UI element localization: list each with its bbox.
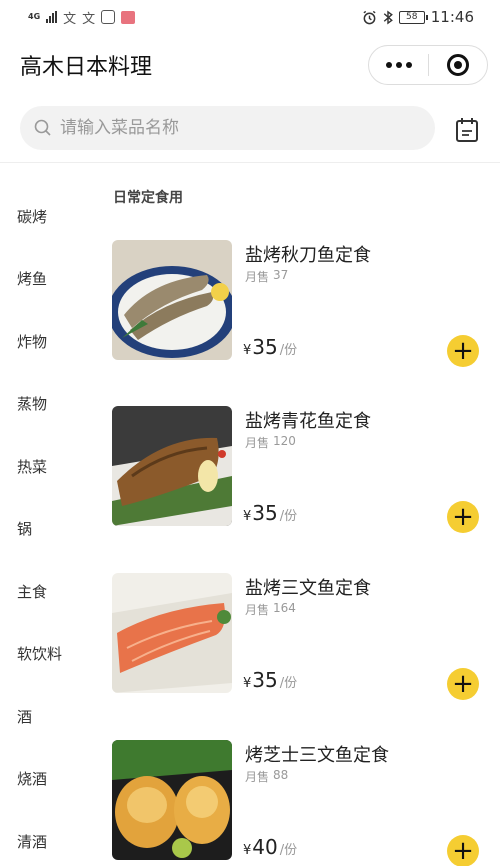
dish-image[interactable]	[112, 240, 232, 360]
header: 高木日本料理	[0, 34, 500, 96]
more-button[interactable]	[369, 62, 428, 68]
search-bar[interactable]	[20, 106, 435, 150]
dish-card[interactable]: 盐烤三文鱼定食 月售 164 ¥35/份 +	[112, 573, 492, 700]
category-item[interactable]: 碳烤	[0, 185, 100, 248]
price-unit: /份	[279, 676, 298, 691]
dish-image[interactable]	[112, 573, 232, 693]
currency: ¥	[243, 843, 252, 858]
price-unit: /份	[279, 843, 298, 858]
category-sidebar: 碳烤 烤鱼 炸物 蒸物 热菜 锅 主食 软饮料 酒 烧酒 清酒	[0, 185, 100, 866]
category-item[interactable]: 软饮料	[0, 623, 100, 686]
price-value: 35	[252, 501, 278, 525]
sales-label: 月售	[245, 603, 270, 617]
currency: ¥	[243, 676, 252, 691]
add-to-cart-button[interactable]: +	[447, 335, 479, 367]
dish-name: 烤芝士三文鱼定食	[245, 745, 389, 766]
status-left: 4G 文 文	[28, 8, 136, 27]
search-input[interactable]	[60, 118, 400, 138]
dish-price: ¥40/份	[243, 835, 297, 859]
dish-name: 盐烤秋刀鱼定食	[245, 245, 371, 266]
dish-sales: 月售 37	[245, 268, 288, 285]
sales-count: 88	[273, 768, 289, 782]
dish-card[interactable]: 盐烤秋刀鱼定食 月售 37 ¥35/份 +	[112, 240, 492, 367]
alarm-icon	[363, 10, 376, 24]
status-bar: 4G 文 文 58 11:46	[0, 0, 500, 34]
dish-sales: 月售 120	[245, 434, 296, 451]
category-item[interactable]: 主食	[0, 560, 100, 623]
category-item[interactable]: 清酒	[0, 810, 100, 866]
add-to-cart-button[interactable]: +	[447, 835, 479, 866]
dish-price: ¥35/份	[243, 501, 297, 525]
category-item[interactable]: 蒸物	[0, 373, 100, 436]
notification-icon: 文	[63, 11, 77, 27]
close-button[interactable]	[429, 54, 487, 76]
bluetooth-icon	[383, 9, 393, 25]
calendar-icon	[456, 118, 478, 142]
price-value: 35	[252, 668, 278, 692]
clock: 11:46	[430, 8, 474, 26]
sales-label: 月售	[245, 270, 270, 284]
search-icon	[34, 119, 51, 136]
dish-name: 盐烤三文鱼定食	[245, 578, 371, 599]
battery-icon: 58	[398, 10, 428, 24]
network-label: 4G	[28, 12, 41, 21]
status-right: 58 11:46	[362, 8, 474, 26]
dish-price: ¥35/份	[243, 668, 297, 692]
dish-sales: 月售 164	[245, 601, 296, 618]
gift-icon	[121, 10, 136, 24]
sales-label: 月售	[245, 436, 270, 450]
category-item[interactable]: 热菜	[0, 435, 100, 498]
calendar-button[interactable]	[455, 117, 479, 147]
add-to-cart-button[interactable]: +	[447, 668, 479, 700]
dish-card[interactable]: 盐烤青花鱼定食 月售 120 ¥35/份 +	[112, 406, 492, 533]
notification-icon: 文	[82, 11, 96, 27]
price-unit: /份	[279, 509, 298, 524]
category-item[interactable]: 锅	[0, 498, 100, 561]
app-notification-icon	[101, 10, 116, 24]
price-value: 40	[252, 835, 278, 859]
dish-image[interactable]	[112, 740, 232, 860]
category-item[interactable]: 烤鱼	[0, 248, 100, 311]
price-value: 35	[252, 335, 278, 359]
section-title: 日常定食用	[113, 190, 183, 206]
plus-icon: +	[452, 336, 474, 366]
dish-image[interactable]	[112, 406, 232, 526]
category-item[interactable]: 酒	[0, 685, 100, 748]
sales-count: 164	[273, 601, 296, 615]
dish-name: 盐烤青花鱼定食	[245, 411, 371, 432]
currency: ¥	[243, 343, 252, 358]
sales-label: 月售	[245, 770, 270, 784]
price-unit: /份	[279, 343, 298, 358]
dish-sales: 月售 88	[245, 768, 288, 785]
plus-icon: +	[452, 669, 474, 699]
add-to-cart-button[interactable]: +	[447, 501, 479, 533]
mini-program-capsule	[368, 45, 488, 85]
dish-card[interactable]: 烤芝士三文鱼定食 月售 88 ¥40/份 +	[112, 740, 492, 866]
sales-count: 120	[273, 434, 296, 448]
page-title: 高木日本料理	[20, 55, 153, 80]
dish-price: ¥35/份	[243, 335, 297, 359]
header-divider	[0, 162, 500, 163]
signal-icon	[46, 11, 58, 23]
target-icon	[446, 54, 469, 76]
sales-count: 37	[273, 268, 289, 282]
plus-icon: +	[452, 502, 474, 532]
plus-icon: +	[452, 836, 474, 866]
category-item[interactable]: 烧酒	[0, 748, 100, 811]
battery-level: 58	[406, 12, 418, 22]
currency: ¥	[243, 509, 252, 524]
category-item[interactable]: 炸物	[0, 310, 100, 373]
